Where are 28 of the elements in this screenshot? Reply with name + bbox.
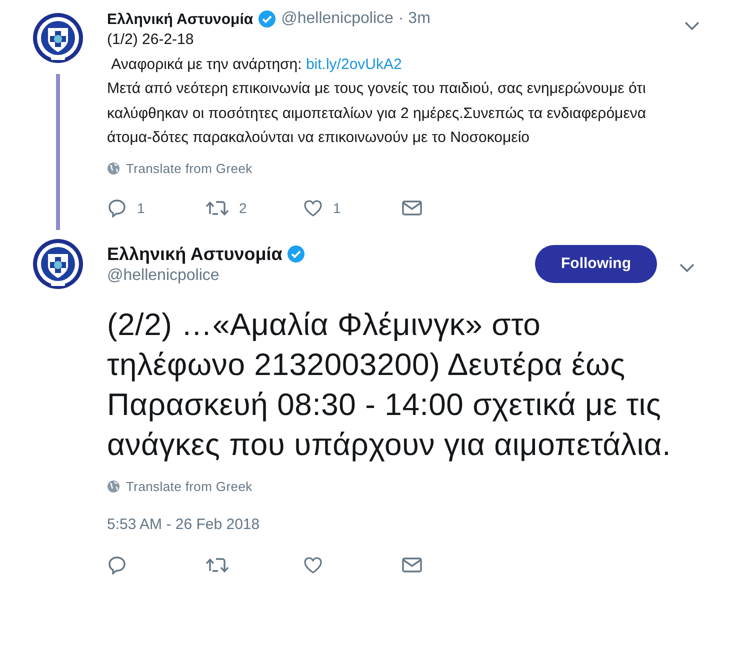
chevron-down-icon[interactable] xyxy=(684,21,700,31)
police-badge-icon xyxy=(32,12,84,66)
account-name[interactable]: Ελληνική Αστυνομία xyxy=(107,244,282,264)
globe-icon xyxy=(107,480,120,492)
globe-icon xyxy=(107,162,120,174)
heart-icon[interactable] xyxy=(303,554,323,574)
envelope-icon[interactable] xyxy=(401,554,423,574)
heart-icon[interactable] xyxy=(303,198,323,218)
tweet-text: Μετά από νεότερη επικοινωνία με τους γονείς του παιδιού, σας ενημερώνουμε ότι καλύφθηκαν οι ποσότητες αιμοπεταλίων για 2 ημέρες.Συνεπώς τα ενδιαφερόμενα άτομα-δότες παρακαλούνται να επικοινωνούν με το Νοσοκομείο xyxy=(107,79,648,148)
reply-icon[interactable] xyxy=(107,198,127,218)
police-badge-icon xyxy=(32,238,84,292)
short-link[interactable]: bit.ly/2ovUkA2 xyxy=(306,56,402,72)
envelope-icon[interactable] xyxy=(401,198,423,218)
like-count: 1 xyxy=(333,200,341,216)
chevron-down-icon[interactable] xyxy=(679,262,695,272)
translate-link[interactable]: Translate from Greek xyxy=(126,160,252,176)
retweet-count: 2 xyxy=(239,200,247,216)
following-button[interactable]: Following xyxy=(535,244,657,282)
tweet-text: (1/2) 26-2-18 xyxy=(107,30,195,50)
tweet-text: (2/2) …«Αμαλία Φλέμινγκ» στο τηλέφωνο 2132003200) Δευτέρα έως Παρασκευή 08:30 - 14:00 σχετικά με τις ανάγκες που υπάρχουν για αιμοπετάλια. xyxy=(107,306,672,464)
reply-icon[interactable] xyxy=(107,554,127,574)
tweet-text: Αναφορικά με την ανάρτηση: bit.ly/2ovUkA2 xyxy=(110,54,403,74)
tweet-timestamp[interactable]: 5:53 AM - 26 Feb 2018 xyxy=(107,516,687,532)
account-name[interactable]: Ελληνική Αστυνομία xyxy=(107,10,254,28)
tweet-time[interactable]: · 3m xyxy=(398,10,430,28)
account-handle[interactable]: @hellenicpolice xyxy=(281,10,394,28)
reply-count: 1 xyxy=(137,200,145,216)
translate-link[interactable]: Translate from Greek xyxy=(126,478,252,494)
